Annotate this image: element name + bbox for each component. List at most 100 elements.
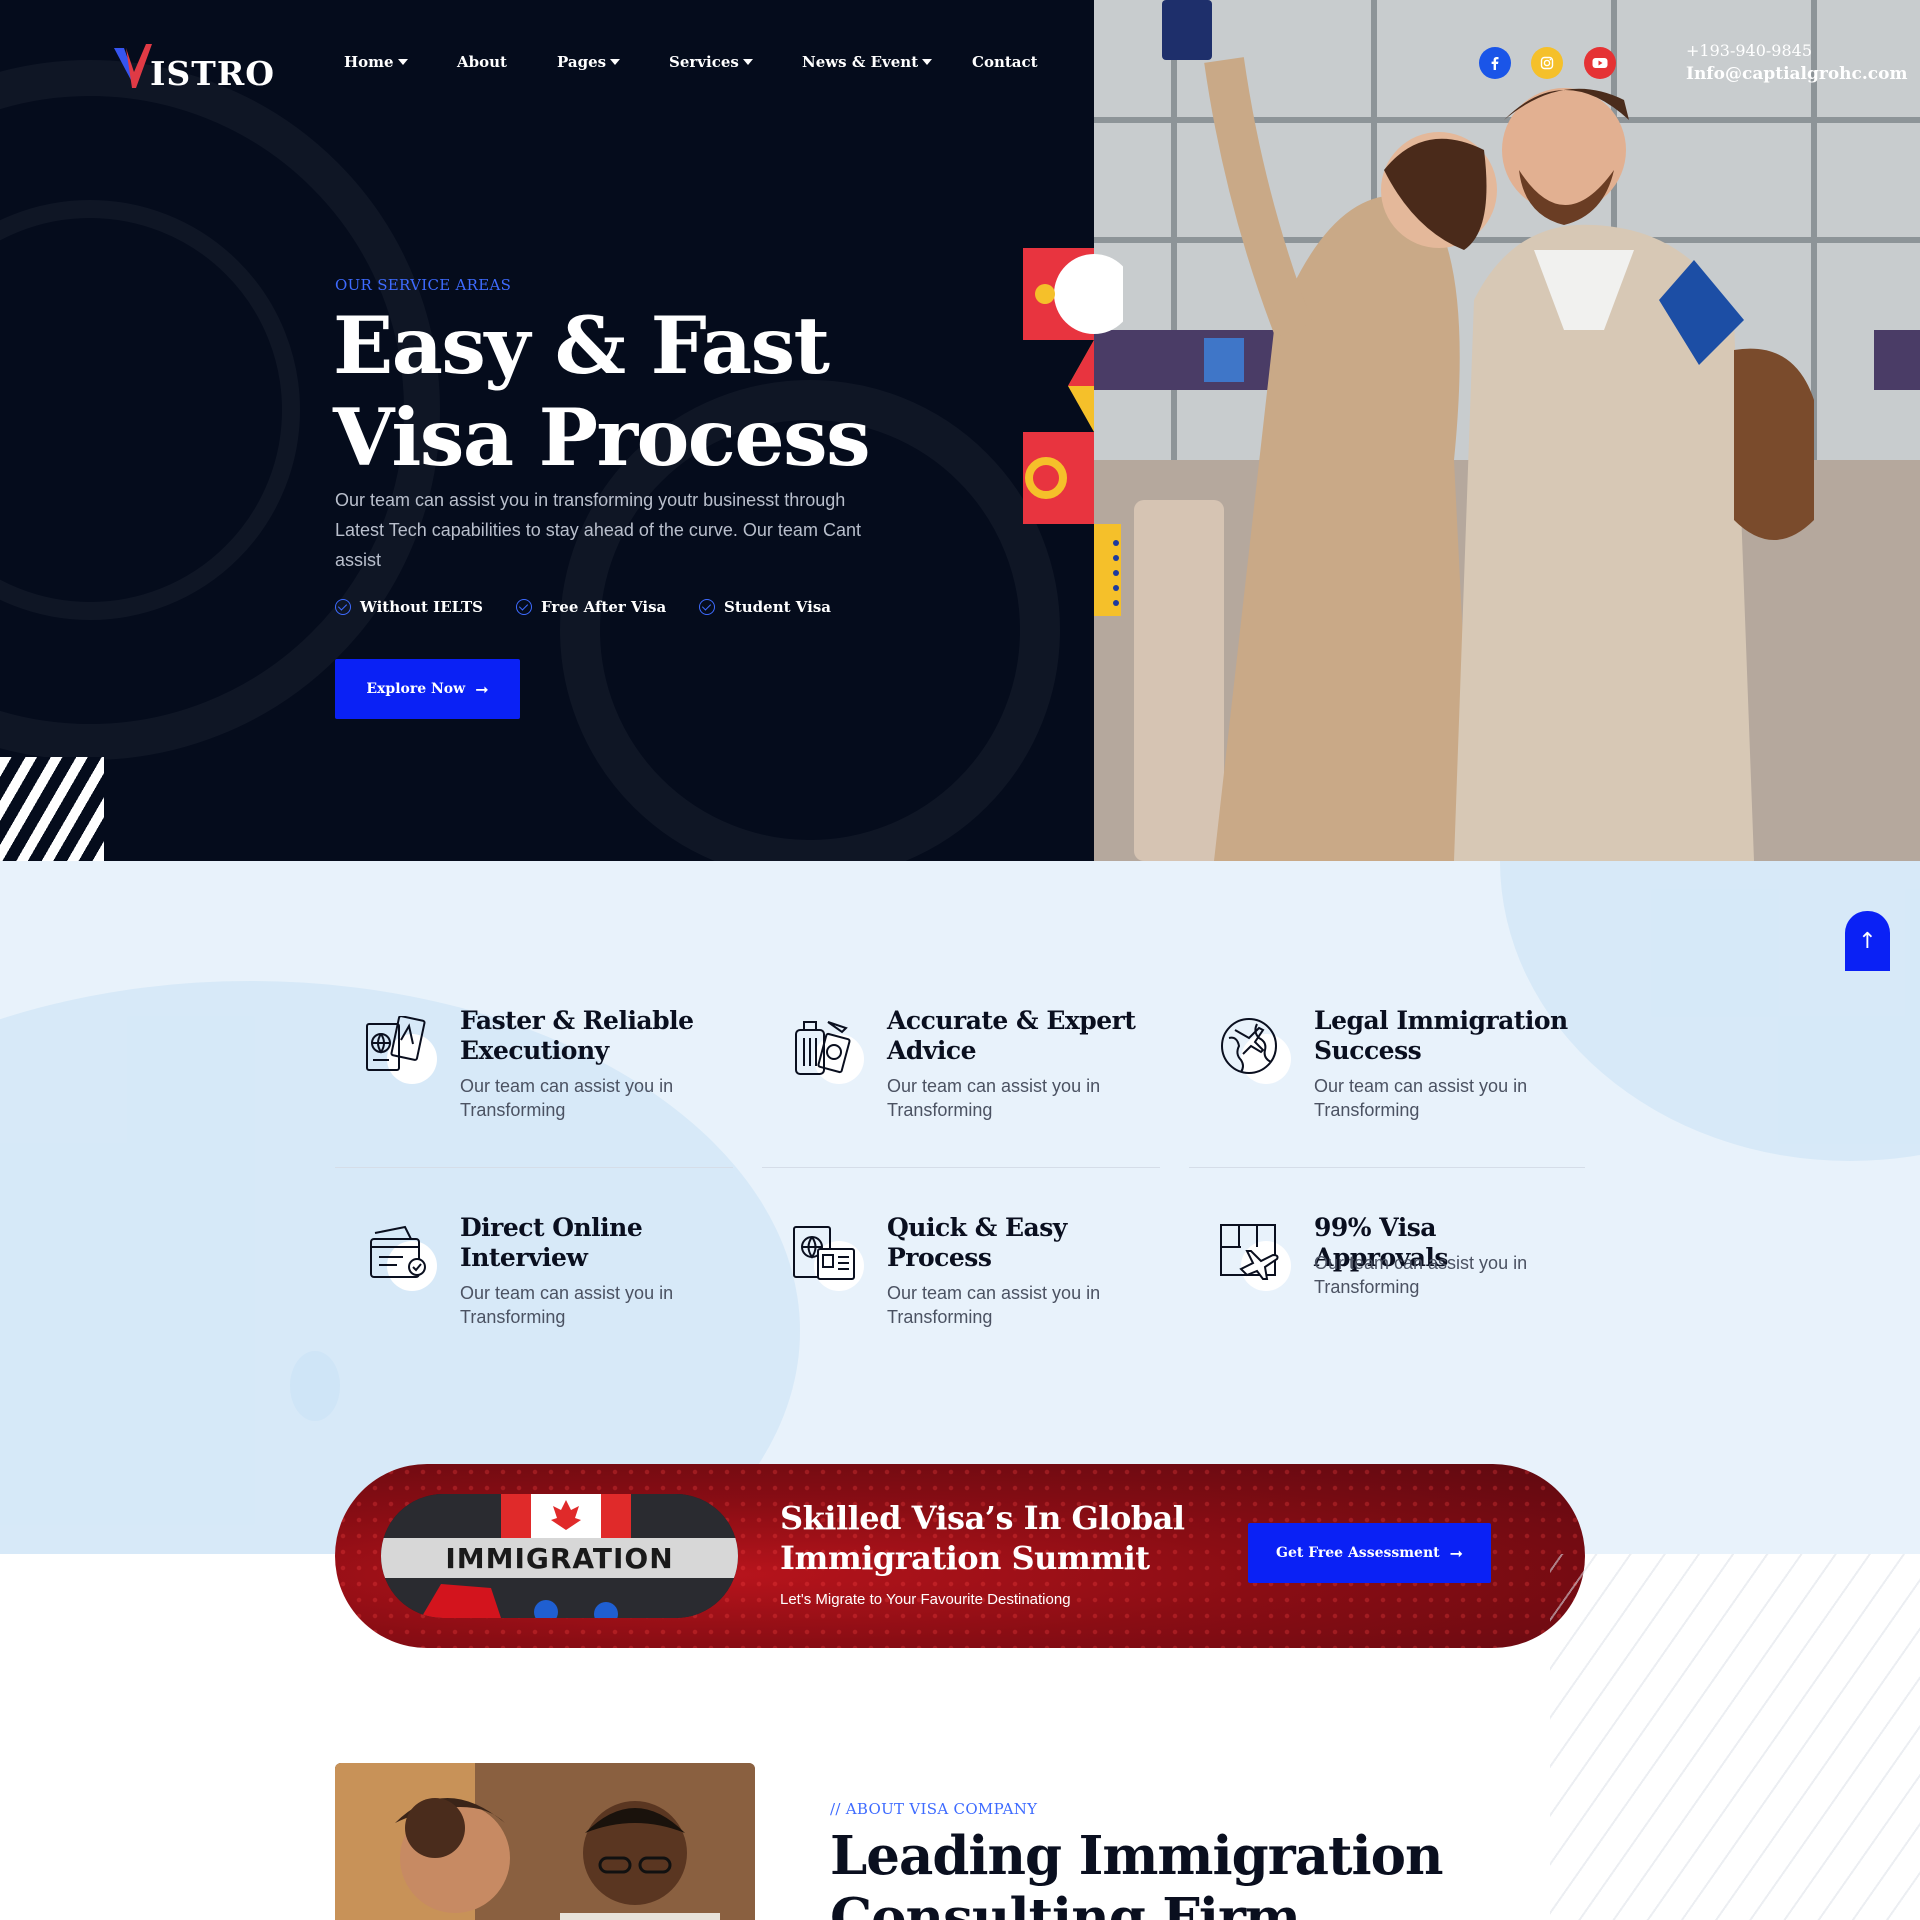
about-title-line: Leading Immigration xyxy=(830,1825,1443,1887)
get-free-assessment-button[interactable]: Get Free Assessment ➞ xyxy=(1248,1523,1491,1583)
service-description: Our team can assist you in Transforming xyxy=(1314,1253,1528,1297)
diagonal-lines-decor xyxy=(1550,1554,1920,1920)
arrow-right-icon: ➞ xyxy=(1449,1543,1464,1563)
airport-couple-illustration xyxy=(1094,0,1920,861)
hero-feature-label: Free After Visa xyxy=(541,598,667,616)
arrow-up-icon: ↑ xyxy=(1858,928,1877,954)
hero-feature: Student Visa xyxy=(699,598,831,616)
facebook-link[interactable] xyxy=(1479,47,1511,79)
hero-feature: Free After Visa xyxy=(516,598,666,616)
nav-item-label: Services xyxy=(669,53,739,71)
service-title: Faster & Reliable Executiony xyxy=(460,1006,694,1065)
nav-item-label: News & Event xyxy=(802,53,919,71)
about-eyebrow: // ABOUT VISA COMPANY xyxy=(830,1800,1038,1818)
service-icon xyxy=(1219,1016,1291,1086)
nav-item-label: Contact xyxy=(972,53,1038,71)
service-title: Direct Online Interview xyxy=(460,1213,643,1272)
banner-subtitle: Let's Migrate to Your Favourite Destinat… xyxy=(780,1591,1071,1608)
map-plane-icon xyxy=(1220,1224,1279,1280)
service-title: Quick & Easy Process xyxy=(887,1213,1067,1272)
world-map-decor xyxy=(290,1351,340,1421)
arrow-right-icon: ➞ xyxy=(475,679,489,699)
service-description: Our team can assist you in Transforming xyxy=(887,1283,1101,1327)
instagram-link[interactable] xyxy=(1531,47,1563,79)
contact-email[interactable]: Info@captialgrohc.com xyxy=(1686,64,1908,84)
service-description: Our team can assist you in Transforming xyxy=(1314,1076,1528,1120)
hero-feature-label: Without IELTS xyxy=(360,598,483,616)
nav-item-pages[interactable]: Pages xyxy=(557,53,621,71)
service-title: Accurate & Expert Advice xyxy=(887,1006,1136,1065)
service-divider xyxy=(335,1167,733,1168)
scroll-to-top-button[interactable]: ↑ xyxy=(1845,911,1890,971)
service-icon xyxy=(365,1016,437,1086)
banner-title-line: Immigration Summit xyxy=(780,1539,1150,1577)
nav-item-news-event[interactable]: News & Event xyxy=(802,53,933,71)
service-card[interactable]: 99% Visa Approvals Our team can assist y… xyxy=(1189,1213,1569,1353)
chevron-down-icon xyxy=(742,59,753,65)
service-description: Our team can assist you in Transforming xyxy=(460,1283,674,1327)
luggage-passport-icon xyxy=(795,1021,851,1075)
service-description: Our team can assist you in Transforming xyxy=(887,1076,1101,1120)
immigration-photo-text: IMMIGRATION xyxy=(445,1541,674,1575)
check-circle-icon xyxy=(516,599,532,615)
hero-title: Easy & Fast Visa Process xyxy=(333,299,871,484)
immigration-photo: IMMIGRATION xyxy=(381,1494,738,1618)
globe-plane-icon xyxy=(1221,1018,1277,1074)
service-icon xyxy=(792,1016,864,1086)
services-section xyxy=(0,861,1920,1554)
check-circle-icon xyxy=(699,599,715,615)
brand-logo[interactable]: ISTRO xyxy=(112,40,275,90)
chevron-down-icon xyxy=(397,59,408,65)
approved-documents-icon xyxy=(370,1225,426,1278)
nav-item-label: Pages xyxy=(557,53,607,71)
youtube-link[interactable] xyxy=(1584,47,1616,79)
service-card[interactable]: Direct Online Interview Our team can ass… xyxy=(335,1213,715,1353)
geometric-decor-shapes xyxy=(1023,248,1123,616)
banner-title-line: Skilled Visa’s In Global xyxy=(780,1499,1185,1537)
about-title-line: Consulting Firm xyxy=(830,1887,1301,1920)
passport-docs-icon xyxy=(366,1016,426,1071)
passport-id-icon xyxy=(793,1226,855,1280)
service-card[interactable]: Legal Immigration Success Our team can a… xyxy=(1189,1006,1569,1146)
diagonal-stripes-decor xyxy=(0,757,104,861)
chevron-down-icon xyxy=(610,59,621,65)
hero-feature-label: Student Visa xyxy=(724,598,831,616)
service-card[interactable]: Quick & Easy Process Our team can assist… xyxy=(762,1213,1142,1353)
hero-title-line: Visa Process xyxy=(333,391,871,484)
service-icon xyxy=(365,1223,437,1293)
nav-item-home[interactable]: Home xyxy=(344,53,408,71)
about-title: Leading Immigration Consulting Firm xyxy=(830,1825,1443,1920)
instagram-icon xyxy=(1540,56,1554,70)
nav-item-contact[interactable]: Contact xyxy=(972,53,1038,71)
hero-description: Our team can assist you in transforming … xyxy=(335,490,861,570)
nav-item-about[interactable]: About xyxy=(457,53,507,71)
hero-section: ISTRO Home About Pages Services News & E… xyxy=(0,0,1920,861)
contact-phone[interactable]: +193-940-9845 xyxy=(1686,41,1812,60)
service-divider xyxy=(1189,1167,1585,1168)
nav-item-label: Home xyxy=(344,53,394,71)
service-description: Our team can assist you in Transforming xyxy=(460,1076,674,1120)
service-card[interactable]: Accurate & Expert Advice Our team can as… xyxy=(762,1006,1142,1146)
service-divider xyxy=(762,1167,1160,1168)
explore-now-label: Explore Now xyxy=(366,681,466,697)
facebook-icon xyxy=(1491,57,1499,70)
consulting-people-illustration xyxy=(335,1763,755,1920)
logo-text: ISTRO xyxy=(150,54,275,93)
service-title: Legal Immigration Success xyxy=(1314,1006,1568,1065)
about-photo xyxy=(335,1763,755,1920)
get-free-assessment-label: Get Free Assessment xyxy=(1275,1545,1440,1561)
youtube-icon xyxy=(1592,58,1608,68)
explore-now-button[interactable]: Explore Now ➞ xyxy=(335,659,520,719)
nav-item-label: About xyxy=(457,53,507,71)
nav-item-services[interactable]: Services xyxy=(669,53,753,71)
service-card[interactable]: Faster & Reliable Executiony Our team ca… xyxy=(335,1006,715,1146)
service-icon xyxy=(792,1223,864,1293)
hero-title-line: Easy & Fast xyxy=(333,299,830,392)
banner-title: Skilled Visa’s In Global Immigration Sum… xyxy=(780,1498,1185,1578)
chevron-down-icon xyxy=(922,59,933,65)
check-circle-icon xyxy=(335,599,351,615)
hero-couple-photo xyxy=(1094,0,1920,861)
hero-eyebrow: OUR SERVICE AREAS xyxy=(335,276,512,294)
service-icon xyxy=(1219,1223,1291,1293)
hero-feature: Without IELTS xyxy=(335,598,483,616)
